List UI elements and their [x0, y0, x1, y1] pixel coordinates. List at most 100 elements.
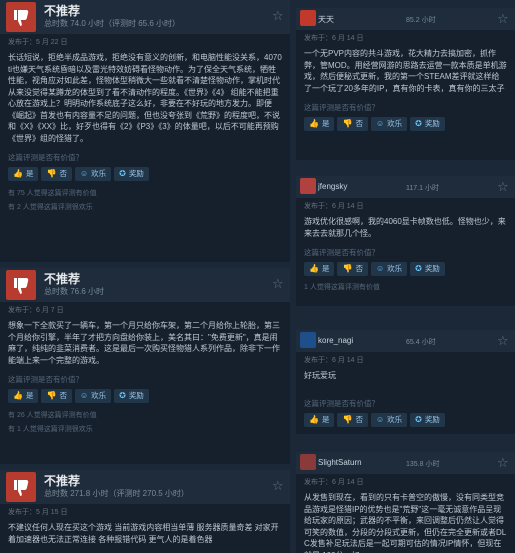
- vote-funny-button[interactable]: ☺ 欢乐: [370, 117, 408, 131]
- vote-no-button[interactable]: 👎 否: [337, 117, 368, 131]
- posted-date: 发布于：6 月 14 日: [304, 357, 364, 364]
- username[interactable]: kore_nagi: [318, 336, 353, 345]
- vote-award-button[interactable]: ✪ 奖励: [114, 167, 149, 181]
- username[interactable]: 天天: [318, 14, 334, 25]
- vote-row: 👍 是 👎 否 ☺ 欢乐 ✪ 奖励: [296, 117, 515, 131]
- thumbs-down-icon: 👎: [342, 119, 353, 128]
- review-body: 想象一下全款买了一辆车，第一个月只给你车架，第二个月给你上轮胎，第三个月给你引擎…: [8, 321, 280, 365]
- thumbs-down-icon: 👎: [342, 264, 353, 273]
- vote-funny-button[interactable]: ☺ 欢乐: [74, 167, 112, 181]
- posted-date: 发布于：6 月 7 日: [8, 307, 64, 314]
- review-user-header: kore_nagi 65.4 小时 ☆: [296, 330, 515, 352]
- username[interactable]: SlightSaturn: [318, 458, 362, 467]
- award-icon[interactable]: ☆: [497, 180, 509, 193]
- vote-award-button[interactable]: ✪ 奖励: [410, 117, 445, 131]
- verdict-label: 不推荐: [44, 474, 81, 488]
- vote-funny-label: 欢乐: [387, 119, 403, 128]
- vote-no-label: 否: [355, 414, 363, 424]
- review-body: 一个无PVP内容的共斗游戏，花大精力去搞加密，抓作弊，管MOD。用经营网游的思路…: [304, 49, 507, 93]
- vote-row: 👍 是 👎 否 ☺ 欢乐 ✪ 奖励: [296, 262, 515, 276]
- thumbs-down-icon: 👎: [46, 169, 57, 178]
- helpful-question: 这篇评测是否有价值？: [304, 248, 379, 257]
- vote-award-label: 奖励: [424, 414, 440, 424]
- review-card: 不推荐 总时数 74.0 小时（评测时 65.6 小时） ☆ 发布于：5 月 2…: [0, 0, 290, 262]
- helpful-question: 这篇评测是否有价值？: [8, 375, 83, 384]
- thumbs-down-icon: 👎: [342, 414, 353, 424]
- vote-yes-button[interactable]: 👍 是: [8, 389, 39, 403]
- thumbs-down-icon: [6, 270, 36, 300]
- vote-yes-button[interactable]: 👍 是: [8, 167, 39, 181]
- thumbs-down-icon: 👎: [46, 391, 57, 400]
- thumbs-up-icon: 👍: [309, 264, 319, 273]
- vote-funny-button[interactable]: ☺ 欢乐: [370, 262, 408, 276]
- review-body: 游戏优化很感啊，我的4060显卡帧数也低。怪物也少，来来去去就那几个怪。: [304, 217, 506, 238]
- vote-no-label: 否: [355, 119, 363, 128]
- vote-yes-label: 是: [25, 169, 34, 178]
- playtime-label: 总时数 76.6 小时: [44, 287, 105, 296]
- smile-icon: ☺: [79, 169, 89, 178]
- posted-date: 发布于：5 月 22 日: [8, 39, 68, 46]
- vote-no-label: 否: [59, 169, 67, 178]
- award-icon[interactable]: ☆: [497, 334, 509, 347]
- avatar[interactable]: [300, 332, 316, 348]
- username[interactable]: jfengsky: [318, 182, 347, 191]
- vote-no-button[interactable]: 👎 否: [337, 262, 368, 276]
- thumbs-down-icon: [6, 472, 36, 502]
- review-body: 不建议任何人现在买这个游戏 当前游戏内容相当单薄 服务器质量奇差 对家开着加速器…: [8, 523, 279, 544]
- smile-icon: ☺: [375, 119, 385, 128]
- vote-no-button[interactable]: 👎 否: [41, 389, 72, 403]
- award-icon[interactable]: ☆: [272, 277, 284, 290]
- award-icon[interactable]: ☆: [272, 479, 284, 492]
- playtime-label: 总时数 74.0 小时（评测时 65.6 小时）: [44, 19, 181, 28]
- posted-date: 发布于：6 月 14 日: [304, 203, 364, 210]
- vote-yes-button[interactable]: 👍 是: [304, 262, 335, 276]
- posted-date: 发布于：6 月 14 日: [304, 35, 364, 42]
- review-header: 不推荐 总时数 271.8 小时（评测时 270.5 小时） ☆: [0, 470, 290, 504]
- vote-award-button[interactable]: ✪ 奖励: [410, 412, 445, 427]
- vote-funny-button[interactable]: ☺ 欢乐: [370, 412, 408, 427]
- playtime-label: 85.2 小时: [406, 17, 436, 24]
- verdict-label: 不推荐: [44, 272, 81, 286]
- award-icon: ✪: [415, 264, 422, 273]
- review-header: 不推荐 总时数 74.0 小时（评测时 65.6 小时） ☆: [0, 0, 290, 34]
- vote-yes-label: 是: [25, 391, 34, 400]
- vote-award-label: 奖励: [424, 119, 440, 128]
- review-user-header: 天天 85.2 小时 ☆: [296, 8, 515, 30]
- helpful-question: 这篇评测是否有价值？: [304, 398, 379, 408]
- avatar[interactable]: [300, 178, 316, 194]
- vote-yes-button[interactable]: 👍 是: [304, 412, 335, 427]
- vote-yes-label: 是: [321, 414, 330, 424]
- posted-date: 发布于：6 月 14 日: [304, 479, 364, 486]
- vote-award-button[interactable]: ✪ 奖励: [114, 389, 149, 403]
- review-body: 好玩爱玩: [304, 371, 336, 380]
- vote-yes-button[interactable]: 👍 是: [304, 117, 335, 131]
- vote-no-button[interactable]: 👎 否: [41, 167, 72, 181]
- award-icon[interactable]: ☆: [497, 12, 509, 25]
- vote-award-button[interactable]: ✪ 奖励: [410, 262, 445, 276]
- smile-icon: ☺: [375, 414, 385, 424]
- award-icon[interactable]: ☆: [272, 9, 284, 22]
- vote-award-label: 奖励: [128, 391, 144, 400]
- smile-icon: ☺: [375, 264, 385, 273]
- award-icon: ✪: [119, 391, 126, 400]
- review-card: 不推荐 总时数 271.8 小时（评测时 270.5 小时） ☆ 发布于：5 月…: [0, 470, 290, 553]
- vote-award-label: 奖励: [424, 264, 440, 273]
- thumbs-up-icon: 👍: [309, 414, 319, 424]
- vote-award-label: 奖励: [128, 169, 144, 178]
- playtime-label: 65.4 小时: [406, 339, 436, 346]
- vote-funny-button[interactable]: ☺ 欢乐: [74, 389, 112, 403]
- helpful-question: 这篇评测是否有价值？: [8, 153, 83, 162]
- vote-row: 👍 是 👎 否 ☺ 欢乐 ✪ 奖励: [0, 167, 290, 181]
- avatar[interactable]: [300, 10, 316, 26]
- posted-date: 发布于：5 月 15 日: [8, 509, 68, 516]
- award-icon[interactable]: ☆: [497, 456, 509, 469]
- review-body: 长话短说，拒绝半成品游戏，拒绝没有意义的创新，和电脑性能没关系，4070ti也嫌…: [8, 53, 282, 143]
- review-body: 从发售到现在，看到的只有卡普空的傲慢，没有同类型竞品游戏是怪猎IP的优势也是"荒…: [304, 493, 507, 553]
- review-user-header: jfengsky 117.1 小时 ☆: [296, 176, 515, 198]
- review-card: jfengsky 117.1 小时 ☆ 发布于：6 月 14 日 游戏优化很感啊…: [296, 176, 515, 306]
- vote-funny-label: 欢乐: [91, 169, 107, 178]
- review-card: 天天 85.2 小时 ☆ 发布于：6 月 14 日 一个无PVP内容的共斗游戏，…: [296, 8, 515, 160]
- vote-yes-label: 是: [321, 119, 330, 128]
- avatar[interactable]: [300, 454, 316, 470]
- vote-no-button[interactable]: 👎 否: [337, 412, 368, 427]
